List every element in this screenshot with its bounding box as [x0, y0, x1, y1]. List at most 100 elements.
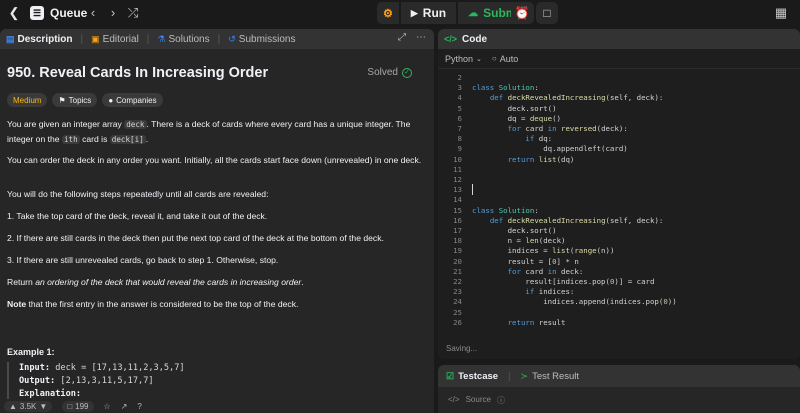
queue-button[interactable]: ☰ Queue: [30, 4, 87, 22]
example-input: Input: deck = [17,13,11,2,3,5,7]: [19, 362, 427, 375]
more-icon[interactable]: ⋯: [416, 32, 426, 43]
tab-test-result-label: Test Result: [532, 370, 580, 382]
tab-divider: |: [508, 370, 511, 382]
flask-icon: ⚗: [157, 33, 166, 44]
tab-testcase[interactable]: ☑ Testcase: [446, 371, 498, 382]
tab-divider: |: [146, 33, 150, 45]
document-icon: ▤: [6, 33, 15, 44]
book-icon: ▣: [91, 33, 100, 44]
panel-controls: ⤢ ⋯: [398, 32, 426, 43]
companies-label: Companies: [116, 95, 157, 105]
tab-testcase-label: Testcase: [458, 370, 499, 382]
prev-problem-icon[interactable]: ‹: [84, 4, 102, 22]
test-body: </> Source ⓘ: [438, 387, 800, 413]
p4-text-a: Return: [7, 277, 33, 287]
text-cursor: [472, 184, 473, 196]
thumbs-up-icon: ▲: [9, 401, 17, 411]
top-nav: ❮ ☰ Queue ‹ › ⤮ ⚙ ▶ Run ☁ Submit ⏰ □ ▦: [0, 0, 800, 27]
next-problem-icon[interactable]: ›: [104, 4, 122, 22]
language-select[interactable]: Python ⌄: [445, 54, 482, 64]
auto-mode-label: Auto: [499, 53, 519, 64]
inline-code-deck-i: deck[i]: [109, 135, 146, 144]
example-input-value: deck = [17,13,11,2,3,5,7]: [55, 363, 185, 373]
code-toolbar: Python ⌄ ○ Auto: [438, 49, 800, 69]
problem-title: 950. Reveal Cards In Increasing Order: [7, 65, 269, 81]
cloud-upload-icon: ☁: [468, 7, 479, 19]
tag-icon: ⚑: [58, 95, 66, 105]
expand-icon[interactable]: ⤢: [398, 32, 406, 43]
tab-test-result[interactable]: ≻ Test Result: [521, 371, 580, 382]
line-content: return result: [507, 317, 566, 327]
tab-description-label: Description: [17, 33, 73, 45]
p4-emphasis: an ordering of the deck that would revea…: [35, 277, 302, 287]
code-editor[interactable]: 2 3 class Solution: 4 def deckRevealedIncre…: [438, 69, 800, 331]
description-paragraph-4: Return an ordering of the deck that woul…: [7, 275, 425, 289]
step-1: 1. Take the top card of the deck, reveal…: [7, 211, 268, 221]
like-count: 3.5K: [19, 401, 37, 411]
p1-text-d: .: [145, 134, 149, 144]
description-footer: ▲ 3.5K ▼ □ 199 ☆ ↗ ?: [0, 399, 434, 413]
save-status: Saving...: [446, 344, 478, 353]
chevron-down-icon: ⌄: [476, 55, 482, 63]
star-icon[interactable]: ☆: [104, 402, 111, 411]
leetcode-logo-icon[interactable]: ❮: [6, 5, 22, 21]
auto-mode-toggle[interactable]: ○ Auto: [492, 54, 518, 64]
debug-button[interactable]: ⚙: [377, 2, 399, 24]
tab-editorial-label: Editorial: [102, 33, 139, 45]
terminal-icon: ≻: [520, 370, 529, 381]
solved-label: Solved: [367, 67, 398, 78]
grid-menu-icon[interactable]: ▦: [772, 4, 790, 22]
notes-button[interactable]: □: [536, 2, 558, 24]
example-output-value: [2,13,3,11,5,17,7]: [60, 376, 154, 386]
p1-text-c: card is: [82, 134, 108, 144]
test-tabs: ☑ Testcase | ≻ Test Result: [438, 365, 800, 387]
step-2: 2. If there are still cards in the deck …: [7, 233, 384, 243]
source-label[interactable]: Source: [466, 395, 491, 406]
topics-badge[interactable]: ⚑ Topics: [52, 93, 98, 107]
example-input-key: Input:: [19, 363, 51, 373]
comment-icon: □: [67, 401, 73, 411]
tab-submissions-label: Submissions: [238, 33, 296, 45]
code-icon: </>: [448, 395, 460, 404]
tab-solutions[interactable]: ⚗ Solutions: [157, 34, 209, 45]
code-line: 26 return result: [438, 317, 800, 328]
help-icon[interactable]: ⓘ: [497, 395, 505, 406]
p1-text-a: You are given an integer array: [7, 119, 122, 129]
tab-submissions[interactable]: ↺ Submissions: [228, 34, 295, 45]
test-panel: ☑ Testcase | ≻ Test Result </> Source ⓘ: [438, 365, 800, 413]
code-header: </> Code: [438, 29, 800, 49]
description-paragraph-3: You will do the following steps repeated…: [7, 189, 269, 199]
language-label: Python: [445, 53, 474, 64]
play-icon: ▶: [410, 7, 418, 18]
tab-editorial[interactable]: ▣ Editorial: [91, 34, 139, 45]
code-header-label: Code: [462, 33, 488, 45]
example-output-key: Output:: [19, 376, 56, 386]
shuffle-icon[interactable]: ⤮: [124, 4, 142, 22]
timer-button[interactable]: ⏰: [511, 2, 533, 24]
queue-icon: ☰: [30, 6, 44, 20]
example-block: Input: deck = [17,13,11,2,3,5,7] Output:…: [7, 362, 427, 401]
tab-divider: |: [80, 33, 84, 45]
like-button[interactable]: ▲ 3.5K ▼: [4, 400, 53, 412]
queue-label: Queue: [50, 6, 88, 20]
p4-text-b: .: [301, 277, 304, 287]
example-output: Output: [2,13,3,11,5,17,7]: [19, 375, 427, 388]
comments-button[interactable]: □ 199: [62, 400, 94, 412]
help-icon[interactable]: ?: [137, 402, 141, 411]
difficulty-badge: Medium: [7, 93, 48, 107]
description-paragraph-1: You are given an integer array deck. The…: [7, 117, 425, 147]
description-tabs: ▤ Description | ▣ Editorial | ⚗ Solution…: [0, 29, 434, 49]
history-icon: ↺: [228, 33, 236, 44]
note-icon: □: [543, 6, 551, 20]
run-label: Run: [422, 6, 447, 20]
tab-description[interactable]: ▤ Description: [6, 34, 73, 45]
companies-badge[interactable]: ● Companies: [102, 93, 163, 107]
check-circle-icon: ✓: [402, 67, 412, 78]
problem-badges: Medium ⚑ Topics ● Companies: [7, 93, 163, 107]
thumbs-down-icon: ▼: [39, 401, 48, 411]
share-icon[interactable]: ↗: [121, 402, 128, 411]
inline-code-deck: deck: [124, 120, 147, 129]
run-button[interactable]: ▶ Run: [400, 2, 457, 24]
description-paragraph-2: You can order the deck in any order you …: [7, 155, 422, 165]
description-paragraph-5: Note that the first entry in the answer …: [7, 297, 425, 311]
